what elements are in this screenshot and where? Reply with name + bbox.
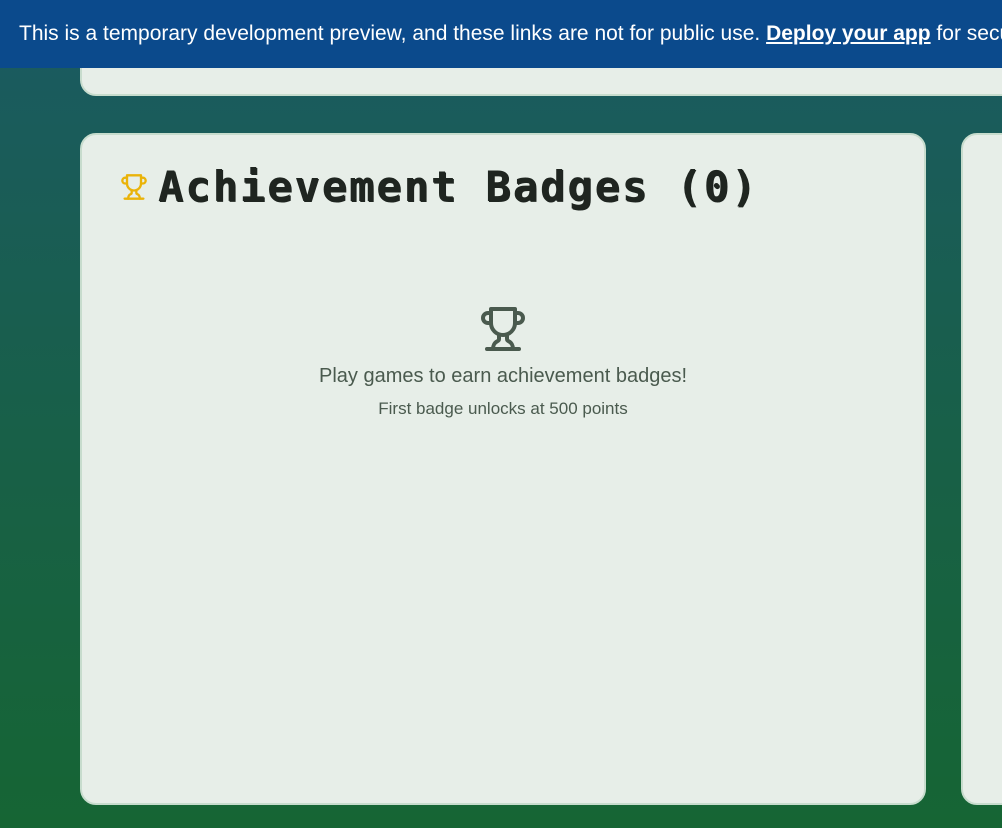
trophy-icon bbox=[479, 305, 527, 353]
adjacent-card-edge bbox=[961, 133, 1002, 805]
empty-state: Play games to earn achievement badges! F… bbox=[82, 305, 924, 421]
banner-text: This is a temporary development preview,… bbox=[19, 22, 767, 45]
banner-text-tail: for secur bbox=[936, 22, 1002, 45]
deploy-your-app-link[interactable]: Deploy your app bbox=[766, 22, 931, 45]
trophy-icon bbox=[120, 173, 148, 201]
dev-preview-banner: This is a temporary development preview,… bbox=[0, 0, 1002, 68]
achievement-badges-card: Achievement Badges (0) Play games to ear… bbox=[80, 133, 926, 805]
card-title: Achievement Badges (0) bbox=[158, 162, 759, 211]
empty-state-subtitle: First badge unlocks at 500 points bbox=[378, 399, 628, 418]
empty-state-title: Play games to earn achievement badges! bbox=[319, 365, 687, 387]
card-header: Achievement Badges (0) bbox=[120, 162, 818, 211]
